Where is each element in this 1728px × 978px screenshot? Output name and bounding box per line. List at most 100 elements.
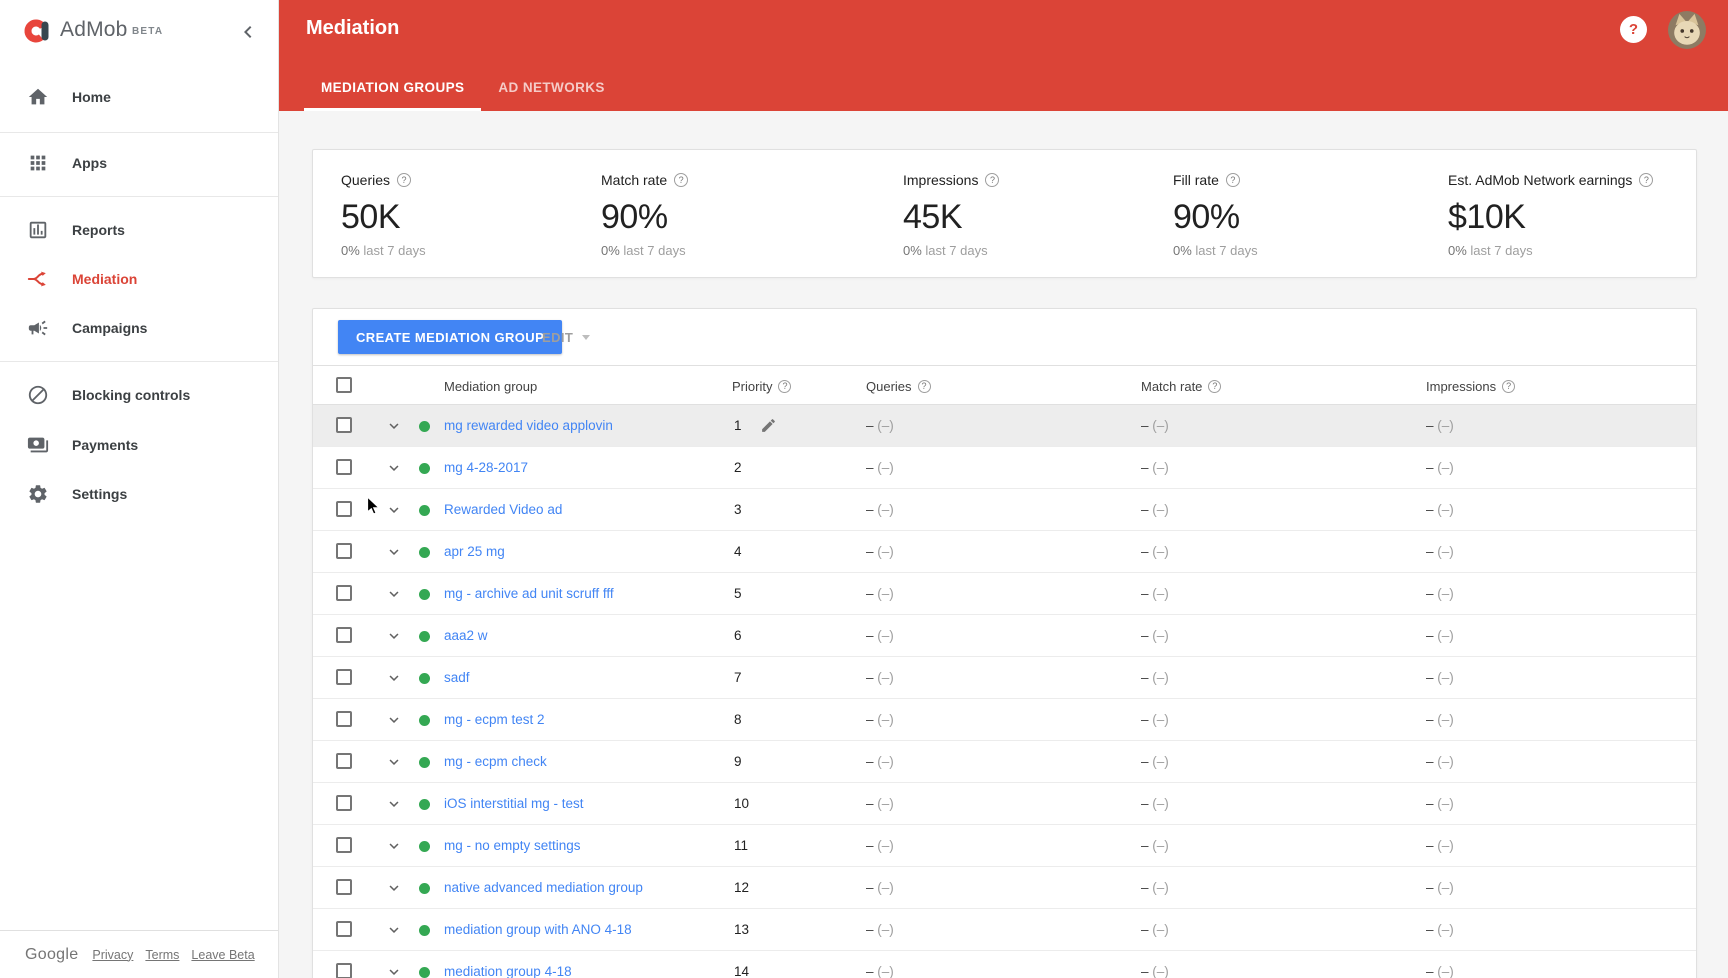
help-icon[interactable]: ? xyxy=(1639,173,1654,187)
mediation-group-link[interactable]: Rewarded Video ad xyxy=(444,502,562,517)
sidebar-item-mediation[interactable]: Mediation xyxy=(0,257,278,301)
chevron-down-icon[interactable] xyxy=(385,837,403,855)
chevron-down-icon[interactable] xyxy=(385,417,403,435)
mediation-group-link[interactable]: mediation group with ANO 4-18 xyxy=(444,922,632,937)
leave-beta-link[interactable]: Leave Beta xyxy=(191,948,254,962)
mediation-group-link[interactable]: sadf xyxy=(444,670,470,685)
row-checkbox[interactable] xyxy=(336,879,352,895)
mediation-group-link[interactable]: native advanced mediation group xyxy=(444,880,643,895)
edit-button[interactable]: EDIT xyxy=(542,320,591,354)
sidebar-divider xyxy=(0,132,278,133)
row-checkbox[interactable] xyxy=(336,963,352,978)
table-row[interactable]: mg - ecpm test 2 8 – (–) – (–) – (–) xyxy=(313,699,1696,741)
table-row[interactable]: mediation group 4-18 14 – (–) – (–) – (–… xyxy=(313,951,1696,978)
help-icon[interactable]: ? xyxy=(674,173,689,187)
mediation-group-link[interactable]: mg - ecpm test 2 xyxy=(444,712,545,727)
table-row[interactable]: mg - ecpm check 9 – (–) – (–) – (–) xyxy=(313,741,1696,783)
queries-value: – (–) xyxy=(866,922,894,937)
gear-icon xyxy=(26,482,50,506)
help-icon[interactable]: ? xyxy=(778,379,792,393)
tab-mediation-groups[interactable]: MEDIATION GROUPS xyxy=(304,66,482,111)
row-checkbox[interactable] xyxy=(336,627,352,643)
mediation-group-link[interactable]: mg rewarded video applovin xyxy=(444,418,613,433)
mediation-group-link[interactable]: apr 25 mg xyxy=(444,544,505,559)
table-row[interactable]: mg - archive ad unit scruff fff 5 – (–) … xyxy=(313,573,1696,615)
help-icon[interactable]: ? xyxy=(1502,379,1516,393)
row-checkbox[interactable] xyxy=(336,711,352,727)
row-checkbox[interactable] xyxy=(336,921,352,937)
sidebar-item-reports[interactable]: Reports xyxy=(0,208,278,252)
help-icon[interactable]: ? xyxy=(985,173,1000,187)
row-checkbox[interactable] xyxy=(336,669,352,685)
status-active-dot-icon xyxy=(419,924,430,936)
chevron-down-icon[interactable] xyxy=(385,753,403,771)
help-icon[interactable]: ? xyxy=(1225,173,1240,187)
help-icon[interactable]: ? xyxy=(1208,379,1222,393)
help-icon[interactable]: ? xyxy=(917,379,931,393)
help-icon[interactable]: ? xyxy=(1620,16,1647,43)
mediation-group-link[interactable]: mediation group 4-18 xyxy=(444,964,572,978)
priority-value: 4 xyxy=(734,544,742,559)
table-row[interactable]: apr 25 mg 4 – (–) – (–) – (–) xyxy=(313,531,1696,573)
privacy-link[interactable]: Privacy xyxy=(92,948,133,962)
row-checkbox[interactable] xyxy=(336,459,352,475)
chevron-down-icon[interactable] xyxy=(385,921,403,939)
table-row[interactable]: Rewarded Video ad 3 – (–) – (–) – (–) xyxy=(313,489,1696,531)
mediation-group-link[interactable]: mg - no empty settings xyxy=(444,838,581,853)
row-checkbox[interactable] xyxy=(336,753,352,769)
avatar[interactable] xyxy=(1668,11,1706,49)
chevron-down-icon[interactable] xyxy=(385,585,403,603)
mediation-group-link[interactable]: aaa2 w xyxy=(444,628,488,643)
beta-badge: BETA xyxy=(132,26,164,37)
sidebar-item-campaigns[interactable]: Campaigns xyxy=(0,306,278,350)
row-checkbox[interactable] xyxy=(336,501,352,517)
sidebar-item-label: Payments xyxy=(72,437,139,453)
sidebar-item-settings[interactable]: Settings xyxy=(0,472,278,516)
table-body: mg rewarded video applovin 1 – (–) – (–)… xyxy=(313,405,1696,978)
table-row[interactable]: aaa2 w 6 – (–) – (–) – (–) xyxy=(313,615,1696,657)
queries-value: – (–) xyxy=(866,544,894,559)
chevron-down-icon[interactable] xyxy=(385,795,403,813)
sidebar-item-blocking-controls[interactable]: Blocking controls xyxy=(0,373,278,417)
chevron-down-icon[interactable] xyxy=(385,501,403,519)
table-row[interactable]: mg - no empty settings 11 – (–) – (–) – … xyxy=(313,825,1696,867)
stat-label: Impressions xyxy=(903,172,979,188)
sidebar-item-payments[interactable]: Payments xyxy=(0,423,278,467)
chevron-down-icon[interactable] xyxy=(385,543,403,561)
terms-link[interactable]: Terms xyxy=(145,948,179,962)
table-row[interactable]: iOS interstitial mg - test 10 – (–) – (–… xyxy=(313,783,1696,825)
chevron-down-icon[interactable] xyxy=(385,627,403,645)
chevron-down-icon[interactable] xyxy=(385,711,403,729)
row-checkbox[interactable] xyxy=(336,543,352,559)
table-row[interactable]: native advanced mediation group 12 – (–)… xyxy=(313,867,1696,909)
sidebar-item-home[interactable]: Home xyxy=(0,75,278,119)
mediation-group-link[interactable]: mg - archive ad unit scruff fff xyxy=(444,586,614,601)
mediation-group-link[interactable]: iOS interstitial mg - test xyxy=(444,796,584,811)
table-row[interactable]: mg 4-28-2017 2 – (–) – (–) – (–) xyxy=(313,447,1696,489)
select-all-checkbox[interactable] xyxy=(336,377,352,393)
row-checkbox[interactable] xyxy=(336,837,352,853)
help-icon[interactable]: ? xyxy=(397,173,412,187)
tab-ad-networks[interactable]: AD NETWORKS xyxy=(481,66,621,111)
table-row[interactable]: mg rewarded video applovin 1 – (–) – (–)… xyxy=(313,405,1696,447)
sidebar-divider xyxy=(0,196,278,197)
chevron-down-icon[interactable] xyxy=(385,669,403,687)
table-row[interactable]: mediation group with ANO 4-18 13 – (–) –… xyxy=(313,909,1696,951)
collapse-sidebar-icon[interactable] xyxy=(236,20,260,44)
table-row[interactable]: sadf 7 – (–) – (–) – (–) xyxy=(313,657,1696,699)
match-rate-value: – (–) xyxy=(1141,754,1169,769)
mediation-group-link[interactable]: mg 4-28-2017 xyxy=(444,460,528,475)
stat-value: $10K xyxy=(1448,198,1526,236)
sidebar-item-label: Reports xyxy=(72,222,125,238)
row-checkbox[interactable] xyxy=(336,417,352,433)
edit-priority-pencil-icon[interactable] xyxy=(760,417,777,434)
sidebar-item-apps[interactable]: Apps xyxy=(0,141,278,185)
row-checkbox[interactable] xyxy=(336,795,352,811)
chevron-down-icon[interactable] xyxy=(385,963,403,978)
priority-value: 12 xyxy=(734,880,750,895)
chevron-down-icon[interactable] xyxy=(385,879,403,897)
mediation-group-link[interactable]: mg - ecpm check xyxy=(444,754,547,769)
row-checkbox[interactable] xyxy=(336,585,352,601)
chevron-down-icon[interactable] xyxy=(385,459,403,477)
create-mediation-group-button[interactable]: CREATE MEDIATION GROUP xyxy=(338,320,563,354)
